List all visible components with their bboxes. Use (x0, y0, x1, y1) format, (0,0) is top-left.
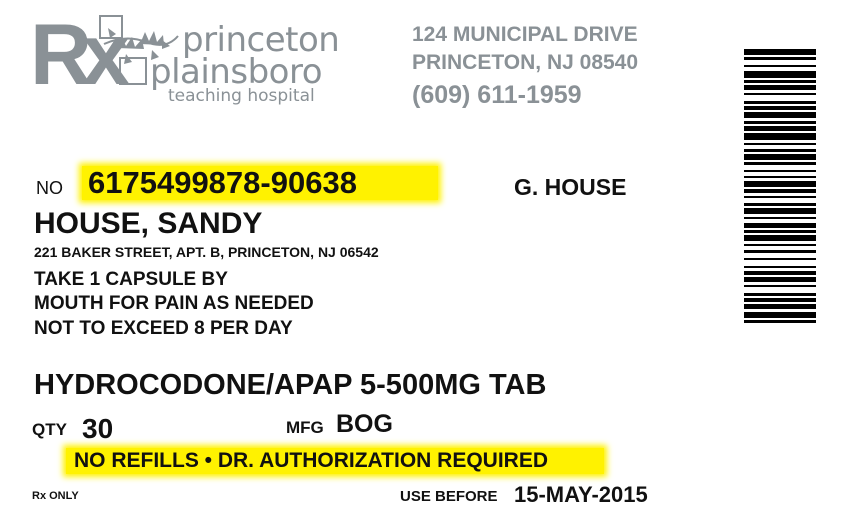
qty-label: QTY (32, 420, 67, 439)
barcode-bar (744, 49, 816, 55)
barcode-bar (744, 320, 816, 323)
drug-name: HYDROCODONE/APAP 5-500MG TAB (34, 369, 547, 401)
barcode-bar (744, 277, 816, 282)
barcode-bar (744, 208, 816, 214)
barcode-bar (744, 93, 816, 95)
barcode-bar (744, 203, 816, 206)
barcode-bar (744, 244, 816, 246)
use-before-label: USE BEFORE (400, 488, 498, 505)
rx-only-label: Rx ONLY (32, 490, 79, 502)
barcode-bar (744, 133, 816, 140)
mfg-value: BOG (336, 410, 393, 438)
barcode-bar (744, 230, 816, 233)
barcode-bar (744, 170, 816, 172)
barcode-bar (744, 250, 816, 253)
barcode-bar (744, 71, 816, 78)
patient-address: 221 BAKER STREET, APT. B, PRINCETON, NJ … (34, 244, 379, 260)
mfg-label: MFG (286, 418, 324, 437)
barcode-bar (744, 266, 816, 268)
barcode-bar (744, 304, 816, 309)
pharmacy-address-line1: 124 MUNICIPAL DRIVE (412, 23, 638, 46)
barcode-bar (744, 126, 816, 131)
rx-number-label: NO (36, 178, 63, 198)
prescribing-doctor: G. HOUSE (514, 174, 627, 200)
barcode-bar (744, 271, 816, 275)
use-before-date: 15-MAY-2015 (514, 482, 648, 507)
pharmacy-phone: (609) 611-1959 (412, 81, 582, 109)
barcode-bar (744, 85, 816, 90)
barcode (744, 49, 816, 323)
barcode-bar (744, 217, 816, 219)
barcode-bar (744, 181, 816, 187)
barcode-bar (744, 143, 816, 145)
barcode-bar (744, 65, 816, 67)
barcode-bar (744, 121, 816, 124)
barcode-bar (744, 162, 816, 165)
barcode-bar (744, 176, 816, 178)
instruction-line: NOT TO EXCEED 8 PER DAY (34, 318, 293, 339)
instruction-line: MOUTH FOR PAIN AS NEEDED (34, 293, 314, 314)
barcode-bar (744, 312, 816, 318)
patient-name: HOUSE, SANDY (34, 207, 263, 240)
barcode-bar (744, 235, 816, 241)
barcode-bar (744, 154, 816, 160)
barcode-bar (744, 298, 816, 302)
rx-number: 6175499878-90638 (88, 165, 357, 200)
barcode-bar (744, 80, 816, 83)
barcode-bar (744, 101, 816, 104)
barcode-bar (744, 285, 816, 287)
barcode-bar (744, 223, 816, 228)
refill-notice: NO REFILLS • DR. AUTHORIZATION REQUIRED (74, 449, 549, 472)
qty-value: 30 (82, 413, 114, 444)
barcode-bar (744, 57, 816, 60)
barcode-bar (744, 112, 816, 118)
barcode-bar (744, 196, 816, 198)
logo-text-teaching-hospital: teaching hospital (168, 86, 315, 106)
logo-text-plainsboro: plainsboro (150, 52, 323, 92)
pharmacy-address-line2: PRINCETON, NJ 08540 (412, 51, 639, 74)
barcode-bar (744, 189, 816, 193)
barcode-bar (744, 106, 816, 110)
barcode-bar (744, 149, 816, 152)
barcode-bar (744, 293, 816, 296)
barcode-bar (744, 258, 816, 260)
instruction-line: TAKE 1 CAPSULE BY (34, 269, 228, 290)
